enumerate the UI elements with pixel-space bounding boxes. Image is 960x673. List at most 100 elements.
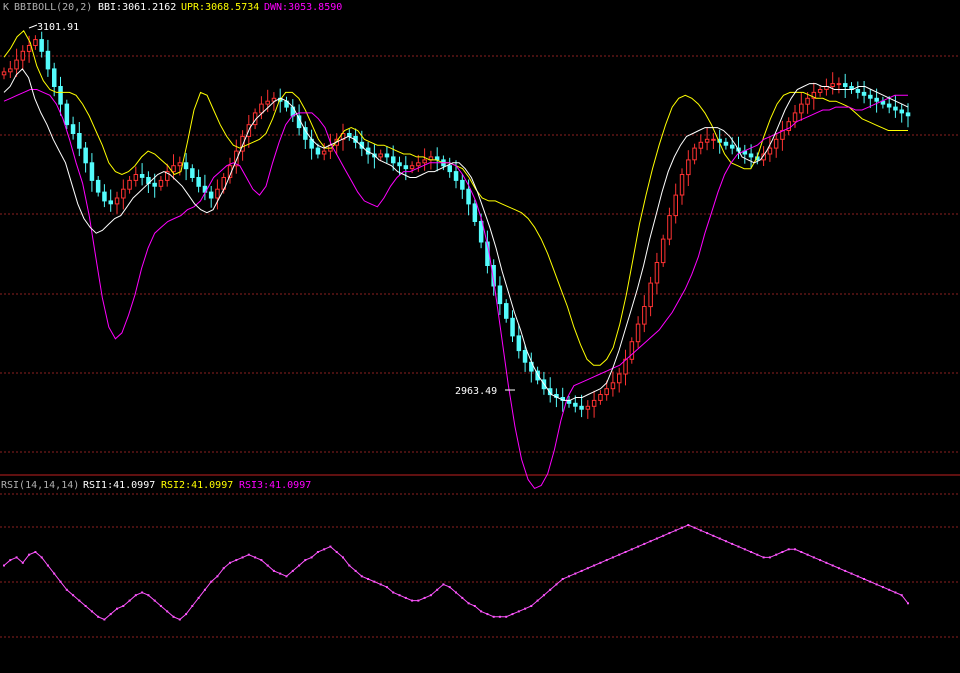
header-upr-value: UPR:3068.5734	[181, 2, 259, 13]
rsi-point	[122, 605, 125, 607]
candle-body	[321, 150, 327, 155]
rsi-point	[291, 569, 294, 572]
candle-body	[504, 303, 509, 319]
candle-body	[704, 138, 710, 143]
candle-body	[77, 133, 82, 149]
rsi-point	[580, 569, 583, 572]
rsi-point	[323, 548, 326, 551]
candle-body	[730, 144, 735, 149]
rsi-point	[109, 613, 112, 616]
rsi-point	[750, 551, 753, 553]
rsi-point	[605, 559, 608, 562]
rsi-point	[379, 583, 382, 586]
header-k: K	[3, 2, 9, 13]
candle-body	[805, 97, 810, 105]
rsi-point	[498, 615, 501, 618]
rsi-point	[699, 529, 702, 532]
candle-body	[33, 39, 38, 46]
rsi-point	[191, 605, 194, 607]
candle-body	[259, 103, 264, 114]
candle-body	[579, 405, 584, 410]
candle-body	[95, 179, 101, 193]
candle-body	[70, 124, 76, 134]
rsi-point	[385, 586, 388, 589]
rsi-point	[354, 569, 357, 572]
rsi-point	[197, 596, 200, 599]
candle-body	[397, 162, 402, 167]
candle-body	[604, 388, 609, 396]
candle-body	[817, 89, 823, 93]
rsi-point	[53, 572, 56, 575]
rsi-point	[429, 594, 432, 597]
rsi-point	[806, 553, 809, 556]
rsi-point	[693, 526, 696, 529]
rsi-point	[423, 596, 426, 599]
rsi-point	[492, 615, 495, 618]
rsi-point	[706, 532, 709, 535]
candle-body	[14, 59, 19, 70]
candle-body	[642, 306, 647, 325]
rsi-point	[536, 599, 539, 602]
rsi-point	[844, 569, 847, 572]
rsi-point	[222, 567, 225, 570]
candle-body	[855, 89, 861, 93]
candle-body	[196, 177, 201, 187]
rsi-point	[404, 596, 407, 599]
rsi-point	[674, 529, 677, 532]
rsi-point	[235, 559, 238, 562]
rsi-point	[360, 575, 363, 578]
candle-body	[64, 103, 70, 126]
rsi-point	[467, 602, 470, 605]
rsi-point	[65, 588, 68, 591]
rsi-header-row: RSI(14,14,14) RSI1:41.0997 RSI2:41.0997 …	[1, 480, 311, 491]
candle-body	[158, 179, 164, 187]
header-dwn-value: DWN:3053.8590	[264, 2, 342, 13]
rsi-point	[272, 569, 275, 572]
header-indicator-name: BBIBOLL(20,2)	[14, 2, 92, 13]
rsi-header-indicator-name: RSI(14,14,14)	[1, 480, 79, 491]
candle-body	[478, 221, 484, 243]
candle-body	[830, 83, 835, 87]
rsi-point	[511, 613, 514, 616]
candle-body	[573, 402, 578, 407]
candle-body	[152, 182, 157, 187]
candle-body	[510, 317, 515, 337]
rsi-point	[637, 545, 640, 548]
candle-body	[522, 350, 528, 363]
candle-body	[679, 174, 685, 196]
candle-body	[711, 138, 716, 141]
candle-body	[723, 141, 729, 146]
rsi-point	[348, 564, 351, 567]
candle-body	[108, 200, 113, 205]
candle-body	[460, 179, 465, 190]
rsi-point	[398, 594, 401, 597]
rsi-point	[530, 605, 533, 607]
candle-body	[617, 373, 622, 384]
candle-body	[391, 156, 396, 164]
candle-body	[303, 127, 308, 140]
rsi-point	[762, 556, 765, 559]
candle-body	[648, 282, 653, 308]
chart-background	[0, 0, 960, 673]
rsi-point	[737, 545, 740, 548]
high-annotation: 3101.91	[28, 22, 79, 33]
rsi-point	[837, 567, 840, 570]
candle-body	[127, 179, 132, 190]
candle-body	[868, 94, 873, 99]
rsi-point	[881, 586, 884, 589]
rsi-point	[643, 542, 646, 545]
rsi-point	[411, 599, 414, 602]
rsi-point	[59, 580, 62, 583]
rsi-point	[812, 556, 815, 559]
rsi-point	[84, 605, 87, 607]
rsi-point	[724, 540, 727, 543]
candle-body	[654, 262, 660, 284]
rsi-point	[367, 578, 370, 580]
candle-body	[102, 191, 107, 202]
candle-body	[83, 147, 88, 164]
rsi-point	[712, 534, 715, 537]
main-indicator-header: K BBIBOLL(20,2) BBI:3061.2162 UPR:3068.5…	[3, 2, 342, 13]
rsi-point	[103, 618, 106, 621]
rsi-point	[46, 564, 49, 567]
rsi-point	[524, 607, 527, 610]
